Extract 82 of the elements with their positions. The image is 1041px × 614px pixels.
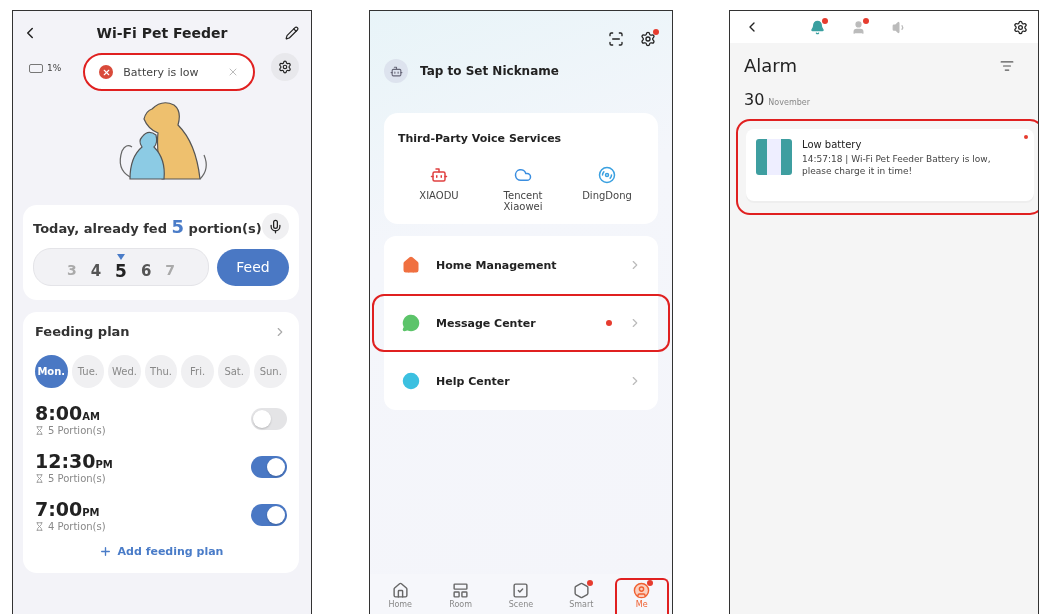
day-chip[interactable]: Thu. — [144, 355, 178, 388]
plan-time: 7:00 — [35, 498, 83, 520]
microphone-icon — [268, 219, 283, 234]
hexagon-icon — [572, 582, 590, 599]
day-chip[interactable]: Sun. — [254, 355, 288, 388]
day-chip[interactable]: Tue. — [71, 355, 105, 388]
settings-icon — [1013, 19, 1028, 35]
menu-item[interactable]: Message Center — [372, 294, 670, 352]
portion-number[interactable]: 5 — [115, 253, 127, 281]
checkbox-icon — [512, 582, 530, 599]
plan-toggle[interactable] — [251, 456, 287, 478]
toast-text: Battery is low — [123, 65, 200, 79]
alarm-message: 14:57:18 | Wi-Fi Pet Feeder Battery is low, please charge it in time! — [802, 153, 992, 178]
nav-tab[interactable]: Home — [373, 578, 428, 614]
alarm-title: Low battery — [802, 139, 863, 150]
filter-icon — [1000, 58, 1014, 73]
scan-icon — [608, 31, 624, 47]
menu-item[interactable]: Home Management — [384, 236, 658, 294]
plan-toggle[interactable] — [251, 504, 287, 526]
nav-tab[interactable]: Me — [614, 578, 669, 614]
edit-button[interactable] — [285, 26, 299, 40]
battery-icon — [29, 63, 43, 73]
portion-number[interactable]: 4 — [90, 254, 102, 280]
menu-item[interactable]: Help Center — [384, 352, 658, 410]
portion-number[interactable]: 6 — [140, 254, 152, 280]
bell-icon — [810, 19, 825, 35]
plan-time: 12:30 — [35, 450, 96, 472]
date-day: 30 — [744, 90, 765, 109]
screen-title: Wi-Fi Pet Feeder — [96, 25, 228, 41]
service-label[interactable]: Tencent Xiaowei — [498, 190, 548, 212]
settings-icon — [278, 60, 292, 74]
fed-summary: Today, already fed 5 portion(s) — [33, 216, 262, 237]
cloud-icon[interactable] — [514, 166, 532, 184]
robot-icon — [389, 64, 403, 78]
settings-button[interactable] — [640, 31, 656, 47]
section-title: Third-Party Voice Services — [398, 132, 562, 145]
nav-tab[interactable]: Scene — [493, 578, 548, 614]
house-icon — [402, 256, 420, 274]
close-icon — [227, 66, 239, 78]
plan-time: 8:00 — [35, 402, 83, 424]
nickname-link[interactable]: Tap to Set Nickname — [420, 64, 559, 78]
battery-level: 1% — [47, 63, 62, 73]
room-icon — [452, 582, 470, 599]
settings-button[interactable] — [1013, 19, 1028, 35]
house-icon — [391, 582, 409, 599]
voice-button[interactable] — [262, 213, 289, 240]
disc-icon[interactable] — [598, 166, 616, 184]
section-title: Feeding plan — [35, 324, 130, 339]
service-label[interactable]: XIAODU — [414, 190, 464, 201]
feeder-thumbnail — [756, 139, 792, 175]
plan-period: PM — [82, 507, 100, 518]
plan-portions: 5 Portion(s) — [48, 473, 106, 484]
service-label[interactable]: DingDong — [582, 190, 632, 201]
plan-period: PM — [95, 459, 113, 470]
edit-icon — [285, 26, 299, 40]
day-chip[interactable]: Sat. — [217, 355, 251, 388]
add-plan-link[interactable]: Add feeding plan — [92, 544, 230, 559]
nav-tab[interactable]: Smart — [554, 578, 609, 614]
person-icon — [851, 19, 866, 35]
plan-period: AM — [82, 411, 100, 422]
page-title: Alarm — [744, 55, 797, 76]
robot-icon[interactable] — [430, 166, 448, 184]
day-chip[interactable]: Mon. — [35, 355, 68, 388]
plan-portions: 4 Portion(s) — [48, 521, 106, 532]
scan-button[interactable] — [608, 31, 624, 47]
plan-portions: 5 Portion(s) — [48, 425, 106, 436]
settings-icon — [640, 31, 656, 47]
chat-bubble-icon — [402, 314, 420, 332]
day-chip[interactable]: Wed. — [108, 355, 141, 388]
nav-tab[interactable]: Room — [433, 578, 488, 614]
feed-button[interactable]: Feed — [217, 248, 289, 286]
category-tab[interactable] — [851, 19, 866, 35]
plan-toggle[interactable] — [251, 408, 287, 430]
plus-icon — [98, 545, 112, 558]
filter-button[interactable] — [1000, 58, 1014, 73]
settings-button[interactable] — [271, 53, 299, 81]
date-month: November — [768, 98, 810, 107]
user-icon — [633, 582, 651, 599]
category-tab[interactable] — [810, 19, 825, 35]
alarm-card[interactable]: Low battery 14:57:18 | Wi-Fi Pet Feeder Battery is low, please charge it in time! — [736, 119, 1038, 216]
day-chip[interactable]: Fri. — [181, 355, 214, 388]
portion-picker[interactable]: 3 4 5 6 7 — [33, 248, 209, 286]
